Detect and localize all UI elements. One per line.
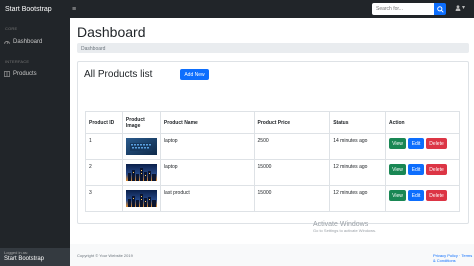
view-button[interactable]: View <box>389 138 407 149</box>
product-price: 2500 <box>253 133 331 160</box>
logged-in-label: Logged in as: <box>4 250 29 255</box>
user-dropdown[interactable]: ▾ <box>455 4 465 11</box>
product-id: 2 <box>85 159 123 186</box>
view-button[interactable]: View <box>389 164 407 175</box>
sidebar: CORE Dashboard INTERFACE Products Logged… <box>0 18 70 266</box>
sidebar-footer: Logged in as: Start Bootstrap <box>0 248 70 266</box>
column-header: Action <box>385 111 460 134</box>
edit-button[interactable]: Edit <box>408 138 425 149</box>
activate-windows-watermark: Activate Windows Go to Settings to activ… <box>313 221 376 233</box>
city-night-image <box>125 164 157 181</box>
column-header: Product ID <box>85 111 123 134</box>
main-content: Dashboard Dashboard All Products list Ad… <box>70 18 474 266</box>
view-button[interactable]: View <box>389 190 407 201</box>
add-new-button[interactable]: Add New <box>180 69 209 80</box>
product-name: laptop <box>159 159 255 186</box>
product-name: laptop <box>159 133 255 160</box>
product-image-cell <box>121 159 161 186</box>
search-input[interactable] <box>372 3 434 15</box>
column-header: Status <box>329 111 387 134</box>
city-night-image <box>125 190 157 207</box>
product-status: 12 minutes ago <box>329 159 387 186</box>
brand-link[interactable]: Start Bootstrap <box>0 6 66 13</box>
card-title: All Products list <box>84 69 153 80</box>
sidebar-item-label: Dashboard <box>13 39 43 45</box>
search-form <box>372 3 446 15</box>
user-icon <box>455 4 461 11</box>
dashboard-icon <box>4 40 10 44</box>
keyboard-image <box>125 138 157 155</box>
logged-in-user: Start Bootstrap <box>4 256 45 262</box>
products-table: Product ID Product Image Product Name Pr… <box>85 111 460 212</box>
search-button[interactable] <box>434 3 446 15</box>
delete-button[interactable]: Delete <box>426 138 448 149</box>
columns-icon <box>4 71 10 77</box>
page-footer: Copyright © Your Website 2019 Privacy Po… <box>70 244 474 266</box>
delete-button[interactable]: Delete <box>426 190 448 201</box>
column-header: Product Image <box>121 111 161 134</box>
breadcrumb: Dashboard <box>77 43 469 53</box>
copyright-text: Copyright © Your Website 2019 <box>77 253 133 258</box>
watermark-title: Activate Windows <box>313 221 369 228</box>
product-image-cell <box>121 133 161 160</box>
products-card: All Products list Add New Product ID Pro… <box>77 61 469 224</box>
product-status: 14 minutes ago <box>329 133 387 160</box>
sidebar-item-dashboard[interactable]: Dashboard <box>4 39 42 45</box>
sidebar-heading-interface: INTERFACE <box>5 59 30 64</box>
product-price: 15000 <box>253 185 331 212</box>
watermark-subtitle: Go to Settings to activate Windows. <box>313 228 377 233</box>
product-name: last product <box>159 185 255 212</box>
action-cell: View Edit Delete <box>385 133 460 160</box>
sidebar-heading-core: CORE <box>5 26 18 31</box>
search-icon <box>436 5 444 13</box>
product-id: 1 <box>85 133 123 160</box>
product-price: 15000 <box>253 159 331 186</box>
product-status: 12 minutes ago <box>329 185 387 212</box>
sidebar-item-label: Products <box>13 71 37 77</box>
chevron-down-icon: ▾ <box>462 5 466 11</box>
edit-button[interactable]: Edit <box>408 190 425 201</box>
page-title: Dashboard <box>77 24 146 40</box>
column-header: Product Price <box>253 111 331 134</box>
delete-button[interactable]: Delete <box>426 164 448 175</box>
column-header: Product Name <box>159 111 255 134</box>
sidebar-item-products[interactable]: Products <box>4 71 37 77</box>
action-cell: View Edit Delete <box>385 185 460 212</box>
table-row: 1 laptop 2500 14 minutes ago View Edit D… <box>85 133 460 160</box>
table-header-row: Product ID Product Image Product Name Pr… <box>85 111 460 134</box>
menu-toggle-icon[interactable]: ≡ <box>72 6 76 13</box>
table-row: 2 laptop 15000 12 minutes ago View Edit … <box>85 159 460 186</box>
footer-links[interactable]: Privacy Policy · Terms & Conditions <box>433 253 474 263</box>
top-navbar: Start Bootstrap ≡ ▾ <box>0 0 474 18</box>
action-cell: View Edit Delete <box>385 159 460 186</box>
product-image-cell <box>121 185 161 212</box>
table-row: 3 last product 15000 12 minutes ago View… <box>85 185 460 212</box>
product-id: 3 <box>85 185 123 212</box>
edit-button[interactable]: Edit <box>408 164 425 175</box>
